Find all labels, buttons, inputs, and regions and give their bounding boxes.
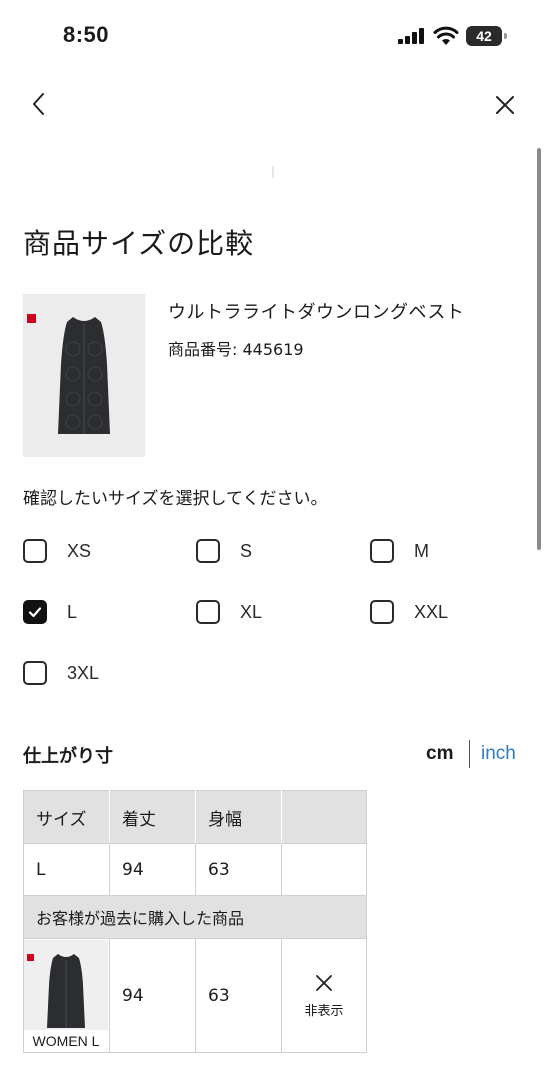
size-label: M (414, 540, 429, 561)
size-option-m[interactable]: M (370, 536, 429, 566)
size-table: サイズ 着丈 身幅 L 94 63 お客様が過去に購入した商品 WOMEN L … (23, 790, 367, 1053)
table-cell: 63 (195, 938, 282, 1053)
checkbox-checked[interactable] (23, 600, 47, 624)
hide-button[interactable]: 非表示 (281, 938, 367, 1053)
size-label: XL (240, 601, 263, 622)
status-time: 8:50 (63, 22, 110, 47)
purchased-thumb-cell: WOMEN L (23, 938, 110, 1053)
cellular-signal-icon (398, 28, 424, 44)
size-option-3xl[interactable]: 3XL (23, 658, 99, 688)
back-chevron-icon[interactable] (25, 90, 53, 118)
size-label: XXL (414, 601, 449, 622)
purchased-row: WOMEN L 94 63 非表示 (23, 938, 367, 1053)
checkbox[interactable] (196, 539, 220, 563)
checkbox[interactable] (23, 539, 47, 563)
purchased-header-row: お客様が過去に購入した商品 (23, 895, 367, 939)
unit-divider (469, 740, 470, 768)
size-option-l[interactable]: L (23, 597, 77, 627)
purchased-product-image: WOMEN L (24, 939, 108, 1052)
drag-indicator (272, 166, 274, 178)
size-label: XS (67, 540, 92, 561)
product-number: 商品番号: 445619 (168, 340, 304, 359)
checkmark-icon (28, 607, 42, 618)
table-cell: 94 (109, 938, 196, 1053)
size-label: 3XL (67, 662, 100, 683)
measurements-title: 仕上がり寸 (23, 746, 113, 767)
table-cell (281, 843, 367, 896)
header-cell (281, 790, 367, 844)
wifi-icon (433, 26, 459, 45)
hide-label: 非表示 (304, 1003, 344, 1019)
product-name: ウルトラライトダウンロングベスト (168, 302, 465, 323)
header-cell: 着丈 (109, 790, 196, 844)
close-icon (316, 974, 332, 991)
battery-level: 42 (476, 28, 492, 44)
size-option-xxl[interactable]: XXL (370, 597, 448, 627)
table-cell: 94 (109, 843, 196, 896)
table-row: L 94 63 (23, 843, 367, 896)
table-header-row: サイズ 着丈 身幅 (23, 790, 367, 844)
table-cell: L (23, 843, 110, 896)
checkbox[interactable] (23, 661, 47, 685)
size-option-xl[interactable]: XL (196, 597, 262, 627)
table-cell: 63 (195, 843, 282, 896)
page-title: 商品サイズの比較 (23, 227, 255, 260)
unit-cm-toggle[interactable]: cm (426, 743, 453, 765)
checkbox[interactable] (370, 539, 394, 563)
scrollbar[interactable] (537, 148, 541, 550)
size-option-xs[interactable]: XS (23, 536, 91, 566)
battery-icon: 42 (466, 26, 508, 46)
header-cell: 身幅 (195, 790, 282, 844)
purchased-label: お客様が過去に購入した商品 (23, 895, 367, 939)
purchased-caption: WOMEN L (24, 1029, 108, 1052)
size-select-prompt: 確認したいサイズを選択してください。 (23, 489, 328, 509)
checkbox[interactable] (370, 600, 394, 624)
unit-inch-toggle[interactable]: inch (481, 743, 516, 765)
size-label: S (240, 540, 253, 561)
checkbox[interactable] (196, 600, 220, 624)
size-label: L (67, 601, 78, 622)
size-option-s[interactable]: S (196, 536, 252, 566)
header-cell: サイズ (23, 790, 110, 844)
close-icon[interactable] (491, 91, 519, 119)
product-image (23, 294, 145, 457)
